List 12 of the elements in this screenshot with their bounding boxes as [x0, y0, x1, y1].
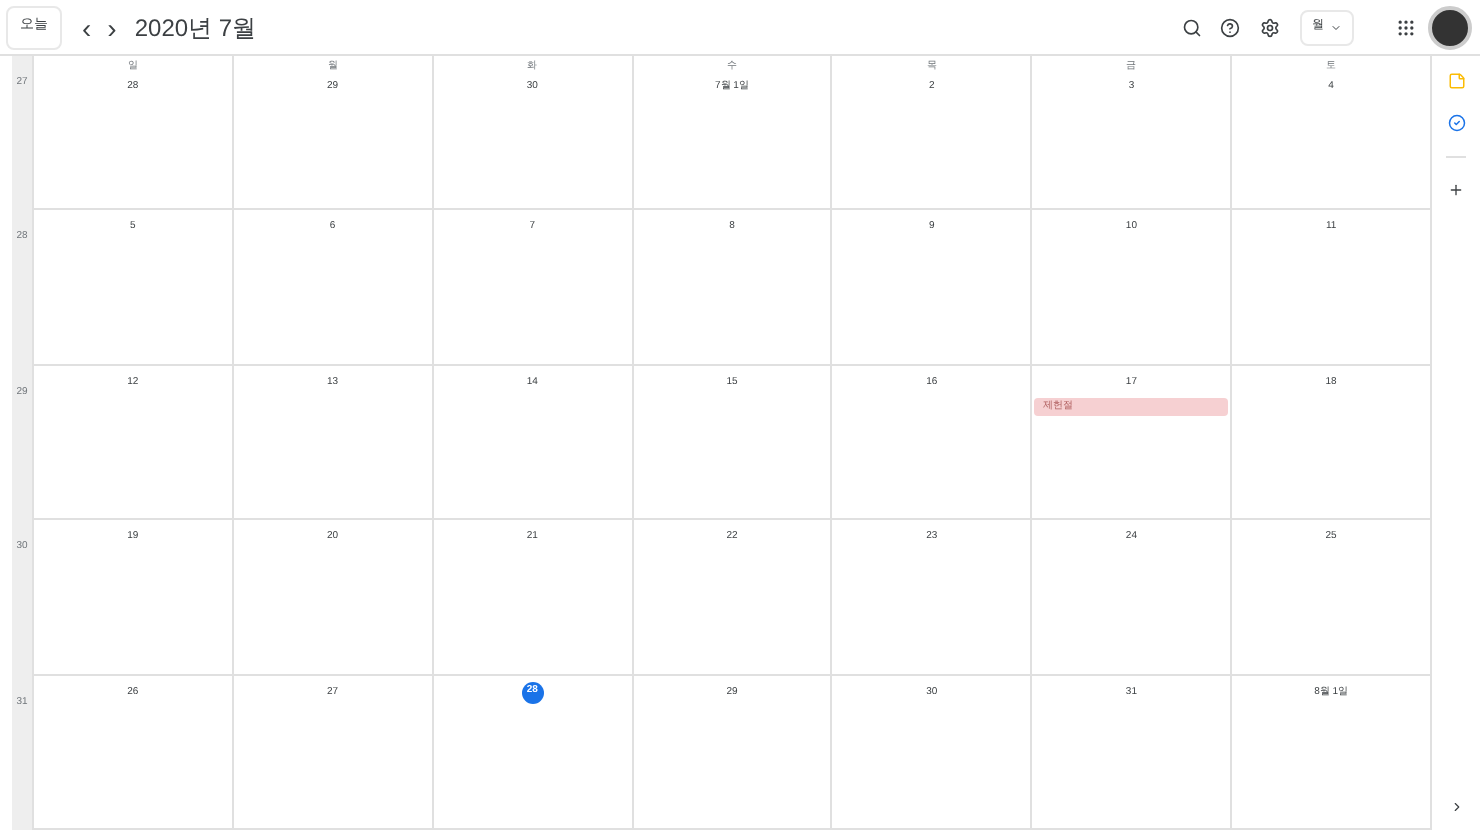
expand-icon[interactable] [1449, 800, 1463, 814]
task-icon[interactable] [1447, 114, 1465, 132]
caret-icon [1330, 21, 1342, 33]
previous-button[interactable]: ‹ [82, 13, 92, 41]
search-icon[interactable] [1182, 17, 1202, 37]
add-icon[interactable] [1448, 182, 1464, 198]
month-title: 2020년 7월 [134, 11, 257, 45]
next-button[interactable]: › [107, 13, 117, 41]
apps-icon[interactable] [1396, 17, 1416, 37]
settings-icon[interactable] [1260, 17, 1280, 37]
help-icon[interactable] [1220, 17, 1240, 37]
avatar[interactable] [1428, 5, 1472, 49]
